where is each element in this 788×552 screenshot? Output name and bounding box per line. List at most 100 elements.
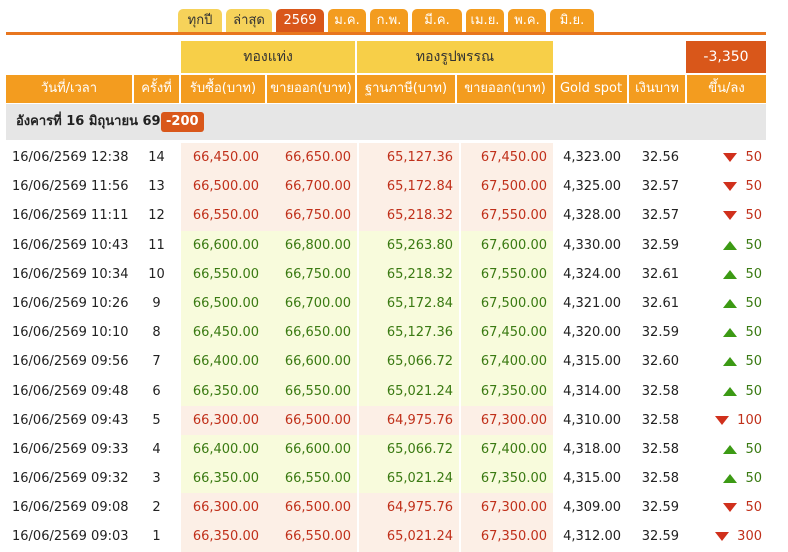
cell-bar-buy: 66,350.00 xyxy=(181,376,265,406)
tab-year-2569[interactable]: 2569 xyxy=(276,9,324,33)
cell-ornament-sell: 67,550.00 xyxy=(461,201,553,231)
table-row: 16/06/2569 09:56 7 66,400.00 66,600.00 65,06… xyxy=(6,347,766,377)
cell-gold-spot: 4,318.00 xyxy=(563,441,621,457)
cell-ornament-sell: 67,400.00 xyxy=(461,347,553,377)
cell-gold-spot: 4,330.00 xyxy=(563,237,621,253)
cell-gold-spot: 4,314.00 xyxy=(563,383,621,399)
cell-bar-buy: 66,400.00 xyxy=(181,347,265,377)
arrow-down-icon xyxy=(723,182,738,192)
change-value: 50 xyxy=(745,354,762,370)
cell-datetime: 16/06/2569 11:56 xyxy=(12,179,129,195)
tab-month-feb[interactable]: ก.พ. xyxy=(370,9,408,33)
col-header-datetime: วันที่/เวลา xyxy=(6,75,132,103)
table-row: 16/06/2569 12:38 14 66,450.00 66,650.00 65,1… xyxy=(6,143,766,173)
table-row: 16/06/2569 09:08 2 66,300.00 66,500.00 64,97… xyxy=(6,493,766,523)
cell-change: 50 xyxy=(687,143,766,172)
col-header-gold-spot: Gold spot xyxy=(555,75,627,103)
cell-bar-buy: 66,350.00 xyxy=(181,522,265,552)
cell-round: 2 xyxy=(152,500,161,516)
change-value: 50 xyxy=(745,237,762,253)
cell-bar-sell: 66,650.00 xyxy=(265,143,357,173)
cell-thb: 32.61 xyxy=(641,295,679,311)
cell-round: 6 xyxy=(152,383,161,399)
cell-datetime: 16/06/2569 09:48 xyxy=(12,383,129,399)
cell-bar-sell: 66,650.00 xyxy=(265,318,357,348)
cell-gold-spot: 4,315.00 xyxy=(563,354,621,370)
tab-month-mar[interactable]: มี.ค. xyxy=(412,9,462,33)
arrow-down-icon xyxy=(723,503,738,513)
tab-underline xyxy=(6,32,766,35)
tab-month-jun[interactable]: มิ.ย. xyxy=(550,9,594,33)
cell-round: 14 xyxy=(148,150,165,165)
cell-bar-sell: 66,750.00 xyxy=(265,259,357,289)
cell-gold-spot: 4,310.00 xyxy=(563,412,621,428)
arrow-down-icon xyxy=(723,211,738,221)
cell-ornament-sell: 67,550.00 xyxy=(461,259,553,289)
cell-round: 9 xyxy=(152,295,161,311)
change-value: 50 xyxy=(745,383,762,399)
tab-month-jan[interactable]: ม.ค. xyxy=(328,9,366,33)
arrow-up-icon xyxy=(723,298,738,308)
cell-gold-spot: 4,328.00 xyxy=(563,208,621,224)
cell-bar-buy: 66,500.00 xyxy=(181,172,265,202)
date-group-label: อังคารที่ 16 มิถุนายน 69 xyxy=(16,114,161,129)
tab-month-may[interactable]: พ.ค. xyxy=(508,9,546,33)
cell-ornament-sell: 67,500.00 xyxy=(461,288,553,319)
cell-thb: 32.61 xyxy=(641,266,679,282)
cell-round: 10 xyxy=(148,266,165,282)
cell-thb: 32.59 xyxy=(641,500,679,516)
cell-datetime: 16/06/2569 09:03 xyxy=(12,529,129,545)
col-header-thb: เงินบาท xyxy=(629,75,685,103)
cell-bar-sell: 66,600.00 xyxy=(265,347,357,377)
cell-ornament-base: 64,975.76 xyxy=(359,405,459,435)
tab-month-apr[interactable]: เม.ย. xyxy=(466,9,504,33)
arrow-down-icon xyxy=(715,415,730,425)
cell-change: 50 xyxy=(687,260,766,289)
cell-thb: 32.59 xyxy=(641,237,679,253)
cell-bar-sell: 66,600.00 xyxy=(265,434,357,465)
period-tabs: ทุกปี ล่าสุด 2569 ม.ค. ก.พ. มี.ค. เม.ย. … xyxy=(0,0,788,42)
cell-thb: 32.57 xyxy=(641,208,679,224)
cell-bar-sell: 66,550.00 xyxy=(265,464,357,494)
cell-bar-buy: 66,300.00 xyxy=(181,405,265,435)
group-header-gold-bar: ทองแท่ง xyxy=(181,41,355,73)
table-row: 16/06/2569 09:48 6 66,350.00 66,550.00 65,02… xyxy=(6,376,766,406)
cell-gold-spot: 4,309.00 xyxy=(563,500,621,516)
arrow-up-icon xyxy=(723,386,738,396)
cell-bar-sell: 66,800.00 xyxy=(265,230,357,260)
change-value: 50 xyxy=(745,325,762,341)
arrow-up-icon xyxy=(723,328,738,338)
col-header-ornament-base: ฐานภาษี(บาท) xyxy=(357,75,455,103)
tab-all-years[interactable]: ทุกปี xyxy=(178,9,222,33)
change-value: 50 xyxy=(745,295,762,311)
col-header-change: ขึ้น/ลง xyxy=(687,75,766,103)
arrow-up-icon xyxy=(723,240,738,250)
tab-latest[interactable]: ล่าสุด xyxy=(226,9,272,33)
cell-datetime: 16/06/2569 09:43 xyxy=(12,412,129,428)
cell-thb: 32.59 xyxy=(641,529,679,545)
cell-ornament-base: 65,218.32 xyxy=(359,259,459,289)
cell-change: 50 xyxy=(687,172,766,201)
cell-gold-spot: 4,324.00 xyxy=(563,266,621,282)
cell-bar-buy: 66,600.00 xyxy=(181,230,265,260)
cell-thb: 32.58 xyxy=(641,471,679,487)
arrow-up-icon xyxy=(723,444,738,454)
change-value: 50 xyxy=(745,266,762,282)
cell-ornament-sell: 67,300.00 xyxy=(461,493,553,523)
cell-gold-spot: 4,323.00 xyxy=(563,150,621,165)
table-row: 16/06/2569 09:43 5 66,300.00 66,500.00 64,97… xyxy=(6,405,766,435)
cell-change: 50 xyxy=(687,231,766,260)
cell-ornament-base: 65,021.24 xyxy=(359,376,459,406)
cell-bar-buy: 66,550.00 xyxy=(181,259,265,289)
cell-ornament-sell: 67,350.00 xyxy=(461,376,553,406)
cell-ornament-sell: 67,450.00 xyxy=(461,143,553,173)
col-header-ornament-sell: ขายออก(บาท) xyxy=(457,75,553,103)
group-header-gold-ornament: ทองรูปพรรณ xyxy=(357,41,553,73)
cell-bar-sell: 66,500.00 xyxy=(265,493,357,523)
cell-thb: 32.58 xyxy=(641,383,679,399)
cell-change: 50 xyxy=(687,377,766,406)
cell-ornament-sell: 67,450.00 xyxy=(461,318,553,348)
change-value: 300 xyxy=(737,529,762,545)
date-group-change-badge: -200 xyxy=(161,112,204,132)
change-value: 50 xyxy=(745,441,762,457)
